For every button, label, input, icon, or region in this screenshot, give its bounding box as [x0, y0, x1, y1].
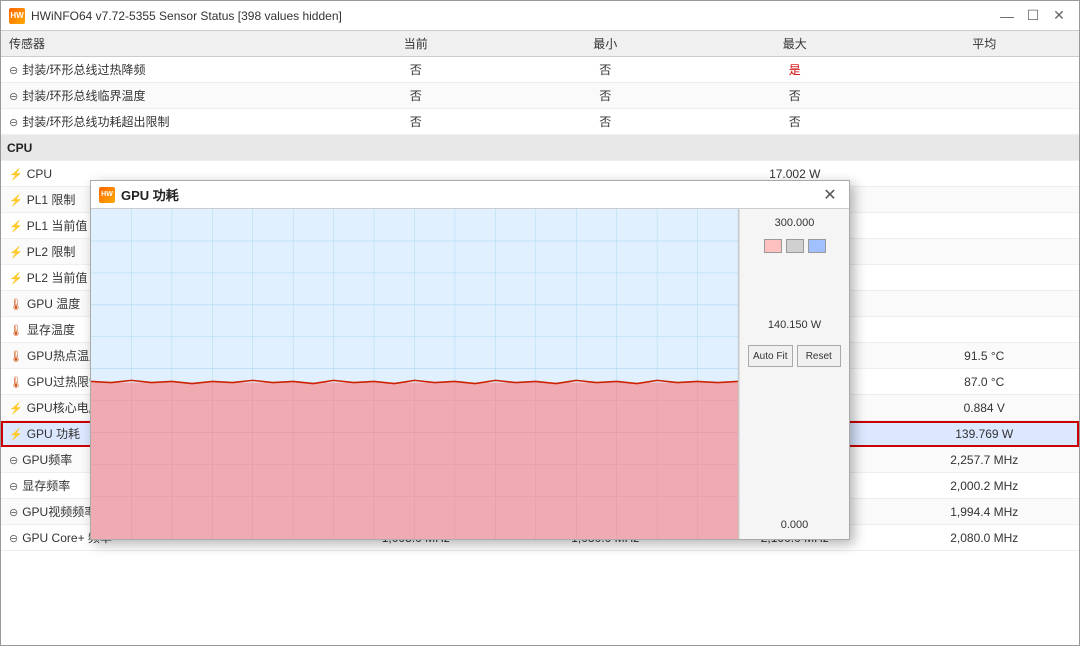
maximize-button[interactable]: ☐: [1021, 5, 1045, 27]
section-header-label: CPU: [1, 135, 1079, 161]
sensor-avg: 1,994.4 MHz: [890, 499, 1080, 525]
chart-y-min: 0.000: [748, 519, 841, 531]
sensor-avg: [890, 83, 1080, 109]
sensor-avg: [890, 57, 1080, 83]
col-header-current: 当前: [321, 31, 511, 57]
sensor-max: 否: [700, 109, 890, 135]
sensor-avg: [890, 291, 1080, 317]
chart-area: [91, 209, 739, 539]
sensor-avg: [890, 161, 1080, 187]
color-box-blue: [808, 239, 826, 253]
sensor-current: 否: [321, 57, 511, 83]
app-icon: HW: [9, 8, 25, 24]
sensor-min: 否: [511, 57, 701, 83]
col-header-max: 最大: [700, 31, 890, 57]
chart-svg: [91, 209, 738, 539]
sensor-max: 否: [700, 83, 890, 109]
color-box-gray: [786, 239, 804, 253]
auto-fit-button[interactable]: Auto Fit: [748, 345, 793, 367]
popup-title-bar: HW GPU 功耗 ✕: [91, 181, 849, 209]
popup-close-button[interactable]: ✕: [819, 185, 841, 205]
title-bar: HW HWiNFO64 v7.72-5355 Sensor Status [39…: [1, 1, 1079, 31]
sensor-avg: 2,000.2 MHz: [890, 473, 1080, 499]
col-header-sensor: 传感器: [1, 31, 321, 57]
col-header-min: 最小: [511, 31, 701, 57]
sensor-avg: 2,080.0 MHz: [890, 525, 1080, 551]
sensor-avg: [890, 239, 1080, 265]
gpu-power-popup[interactable]: HW GPU 功耗 ✕: [90, 180, 850, 540]
table-row[interactable]: ⊖封装/环形总线功耗超出限制否否否: [1, 109, 1079, 135]
chart-y-max: 300.000: [748, 217, 841, 229]
window-title: HWiNFO64 v7.72-5355 Sensor Status [398 v…: [31, 9, 342, 23]
sensor-label: ⊖封装/环形总线过热降频: [1, 57, 321, 83]
sensor-avg: 91.5 °C: [890, 343, 1080, 369]
sensor-avg: 2,257.7 MHz: [890, 447, 1080, 473]
chart-y-mid: 140.150 W: [748, 319, 841, 331]
popup-app-icon: HW: [99, 187, 115, 203]
chart-color-boxes: [748, 239, 841, 253]
sensor-max: 是: [700, 57, 890, 83]
sensor-avg: 0.884 V: [890, 395, 1080, 421]
reset-button[interactable]: Reset: [797, 345, 842, 367]
table-row[interactable]: CPU: [1, 135, 1079, 161]
sensor-avg: 87.0 °C: [890, 369, 1080, 395]
sensor-current: 否: [321, 109, 511, 135]
table-row[interactable]: ⊖封装/环形总线过热降频否否是: [1, 57, 1079, 83]
sensor-min: 否: [511, 83, 701, 109]
close-button[interactable]: ✕: [1047, 5, 1071, 27]
color-box-pink: [764, 239, 782, 253]
sensor-avg: 139.769 W: [890, 421, 1080, 447]
sensor-avg: [890, 187, 1080, 213]
chart-buttons: Auto Fit Reset: [748, 345, 841, 367]
sensor-current: 否: [321, 83, 511, 109]
sensor-avg: [890, 109, 1080, 135]
sensor-label: ⊖封装/环形总线功耗超出限制: [1, 109, 321, 135]
popup-title: GPU 功耗: [121, 185, 179, 204]
minimize-button[interactable]: —: [995, 5, 1019, 27]
sensor-label: ⊖封装/环形总线临界温度: [1, 83, 321, 109]
chart-right-panel: 300.000 140.150 W Auto Fit Reset 0.000: [739, 209, 849, 539]
col-header-avg: 平均: [890, 31, 1080, 57]
sensor-avg: [890, 317, 1080, 343]
sensor-min: 否: [511, 109, 701, 135]
sensor-avg: [890, 265, 1080, 291]
table-row[interactable]: ⊖封装/环形总线临界温度否否否: [1, 83, 1079, 109]
sensor-avg: [890, 213, 1080, 239]
popup-content: 300.000 140.150 W Auto Fit Reset 0.000: [91, 209, 849, 539]
